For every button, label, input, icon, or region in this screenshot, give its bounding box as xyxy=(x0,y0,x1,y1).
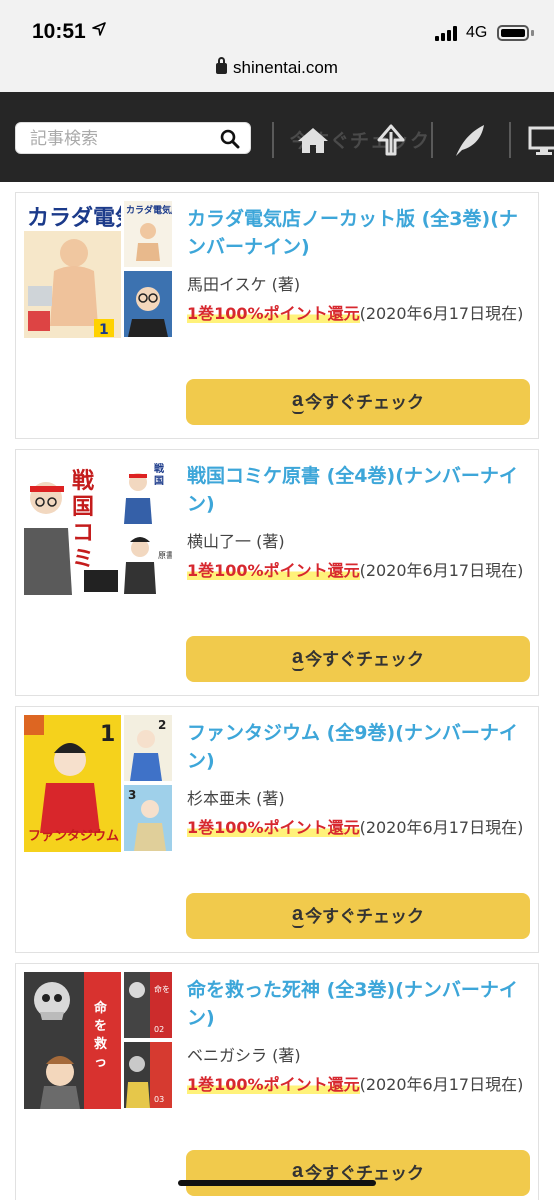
svg-text:命を: 命を xyxy=(154,984,170,994)
book-cover-image[interactable]: 2 xyxy=(124,715,172,781)
header-divider xyxy=(431,122,433,158)
svg-text:1: 1 xyxy=(100,722,115,747)
svg-text:ミ: ミ xyxy=(72,547,94,572)
status-time: 10:51 xyxy=(32,20,86,43)
home-icon[interactable] xyxy=(295,122,331,158)
monitor-icon[interactable] xyxy=(526,122,554,158)
book-cover-image[interactable]: カラダ電気店 xyxy=(124,201,172,267)
svg-text:2: 2 xyxy=(158,718,166,732)
svg-text:原書: 原書 xyxy=(158,550,172,560)
svg-text:戦: 戦 xyxy=(72,469,95,494)
network-type: 4G xyxy=(466,24,488,41)
svg-text:02: 02 xyxy=(154,1025,164,1034)
amazon-icon: a xyxy=(291,389,304,414)
book-cover-image[interactable]: 戦国 xyxy=(124,458,172,524)
svg-text:3: 3 xyxy=(128,788,136,802)
svg-text:カラダ電気店: カラダ電気店 xyxy=(27,205,121,231)
search-box[interactable] xyxy=(15,122,251,154)
product-author: 杉本亜未 (著) xyxy=(187,789,285,808)
product-author: 馬田イスケ (著) xyxy=(187,275,301,294)
book-cover-image[interactable]: 1 ファンタジウム xyxy=(24,715,121,852)
book-cover-image[interactable]: 戦 国 コ ミ xyxy=(24,458,121,595)
status-bar: 10:51 4G xyxy=(0,0,554,50)
product-title-link[interactable]: 命を救った死神 (全3巻)(ナンバーナイン) xyxy=(187,976,527,1032)
svg-text:国: 国 xyxy=(72,495,94,520)
svg-text:国: 国 xyxy=(154,475,164,487)
home-indicator[interactable] xyxy=(178,1180,376,1186)
search-icon[interactable] xyxy=(220,129,240,149)
svg-text:コ: コ xyxy=(72,521,94,546)
amazon-icon: a xyxy=(291,903,304,928)
point-note: (2020年6月17日現在) xyxy=(359,818,524,837)
check-now-button[interactable]: a 今すぐチェック xyxy=(186,379,530,425)
amazon-icon: a xyxy=(291,646,304,671)
search-input[interactable] xyxy=(30,127,210,151)
site-header: 今すぐチェック xyxy=(0,92,554,182)
book-cover-image[interactable]: 命を 02 xyxy=(124,972,172,1038)
point-highlight: 1巻100%ポイント還元 xyxy=(187,818,360,837)
book-cover-image[interactable]: カラダ電気店 1 xyxy=(24,201,121,338)
svg-text:ファンタジウム: ファンタジウム xyxy=(28,829,119,844)
product-card: 命 を 救 っ 命を 02 03 命を救った死神 (全3巻)(ナンバーナイン) ベ… xyxy=(15,963,539,1200)
book-cover-image[interactable]: 原書 xyxy=(124,528,172,594)
product-card: カラダ電気店 1 カラダ電気店 カラダ電気店ノーカット版 (全3巻)(ナンバーナ… xyxy=(15,192,539,439)
feather-icon[interactable] xyxy=(452,122,488,158)
point-highlight: 1巻100%ポイント還元 xyxy=(187,561,360,580)
battery-tip xyxy=(531,30,534,36)
header-divider xyxy=(272,122,274,158)
svg-text:1: 1 xyxy=(99,322,109,338)
point-info: 1巻100%ポイント還元(2020年6月17日現在) xyxy=(187,813,532,842)
point-note: (2020年6月17日現在) xyxy=(359,1075,524,1094)
url-bar[interactable]: shinentai.com xyxy=(0,50,554,92)
product-author: ベニガシラ (著) xyxy=(187,1046,301,1065)
svg-text:命: 命 xyxy=(93,1000,108,1016)
product-title-link[interactable]: ファンタジウム (全9巻)(ナンバーナイン) xyxy=(187,719,527,775)
svg-text:を: を xyxy=(94,1019,107,1034)
point-note: (2020年6月17日現在) xyxy=(359,561,524,580)
svg-text:カラダ電気店: カラダ電気店 xyxy=(126,204,172,216)
product-card: 戦 国 コ ミ 戦国 原書 戦国コミケ原書 (全4巻)(ナンバーナイン) 横山了… xyxy=(15,449,539,696)
product-title-link[interactable]: 戦国コミケ原書 (全4巻)(ナンバーナイン) xyxy=(187,462,527,518)
book-cover-image[interactable]: 命 を 救 っ xyxy=(24,972,121,1109)
point-note: (2020年6月17日現在) xyxy=(359,304,524,323)
amazon-icon: a xyxy=(291,1160,304,1185)
check-now-button[interactable]: a 今すぐチェック xyxy=(186,636,530,682)
svg-text:救: 救 xyxy=(94,1036,107,1052)
svg-text:03: 03 xyxy=(154,1095,164,1104)
product-author: 横山了一 (著) xyxy=(187,532,285,551)
point-highlight: 1巻100%ポイント還元 xyxy=(187,304,360,323)
point-highlight: 1巻100%ポイント還元 xyxy=(187,1075,360,1094)
book-cover-image[interactable]: 03 xyxy=(124,1042,172,1108)
check-now-button[interactable]: a 今すぐチェック xyxy=(186,1150,530,1196)
point-info: 1巻100%ポイント還元(2020年6月17日現在) xyxy=(187,1070,532,1099)
check-now-button[interactable]: a 今すぐチェック xyxy=(186,893,530,939)
svg-text:っ: っ xyxy=(94,1055,107,1070)
signal-icon xyxy=(435,25,461,41)
battery-icon xyxy=(497,25,529,41)
point-info: 1巻100%ポイント還元(2020年6月17日現在) xyxy=(187,299,532,328)
product-title-link[interactable]: カラダ電気店ノーカット版 (全3巻)(ナンバーナイン) xyxy=(187,205,527,261)
arrow-up-icon[interactable] xyxy=(373,122,409,158)
product-card: 1 ファンタジウム 2 3 ファンタジウム (全9巻)(ナンバーナイン) 杉本亜… xyxy=(15,706,539,953)
header-divider xyxy=(509,122,511,158)
point-info: 1巻100%ポイント還元(2020年6月17日現在) xyxy=(187,556,532,585)
url-text: shinentai.com xyxy=(233,58,338,77)
lock-icon xyxy=(216,57,228,74)
book-cover-image[interactable]: 3 xyxy=(124,785,172,851)
book-cover-image[interactable] xyxy=(124,271,172,337)
svg-text:戦: 戦 xyxy=(154,462,165,475)
location-arrow-icon xyxy=(92,22,106,40)
